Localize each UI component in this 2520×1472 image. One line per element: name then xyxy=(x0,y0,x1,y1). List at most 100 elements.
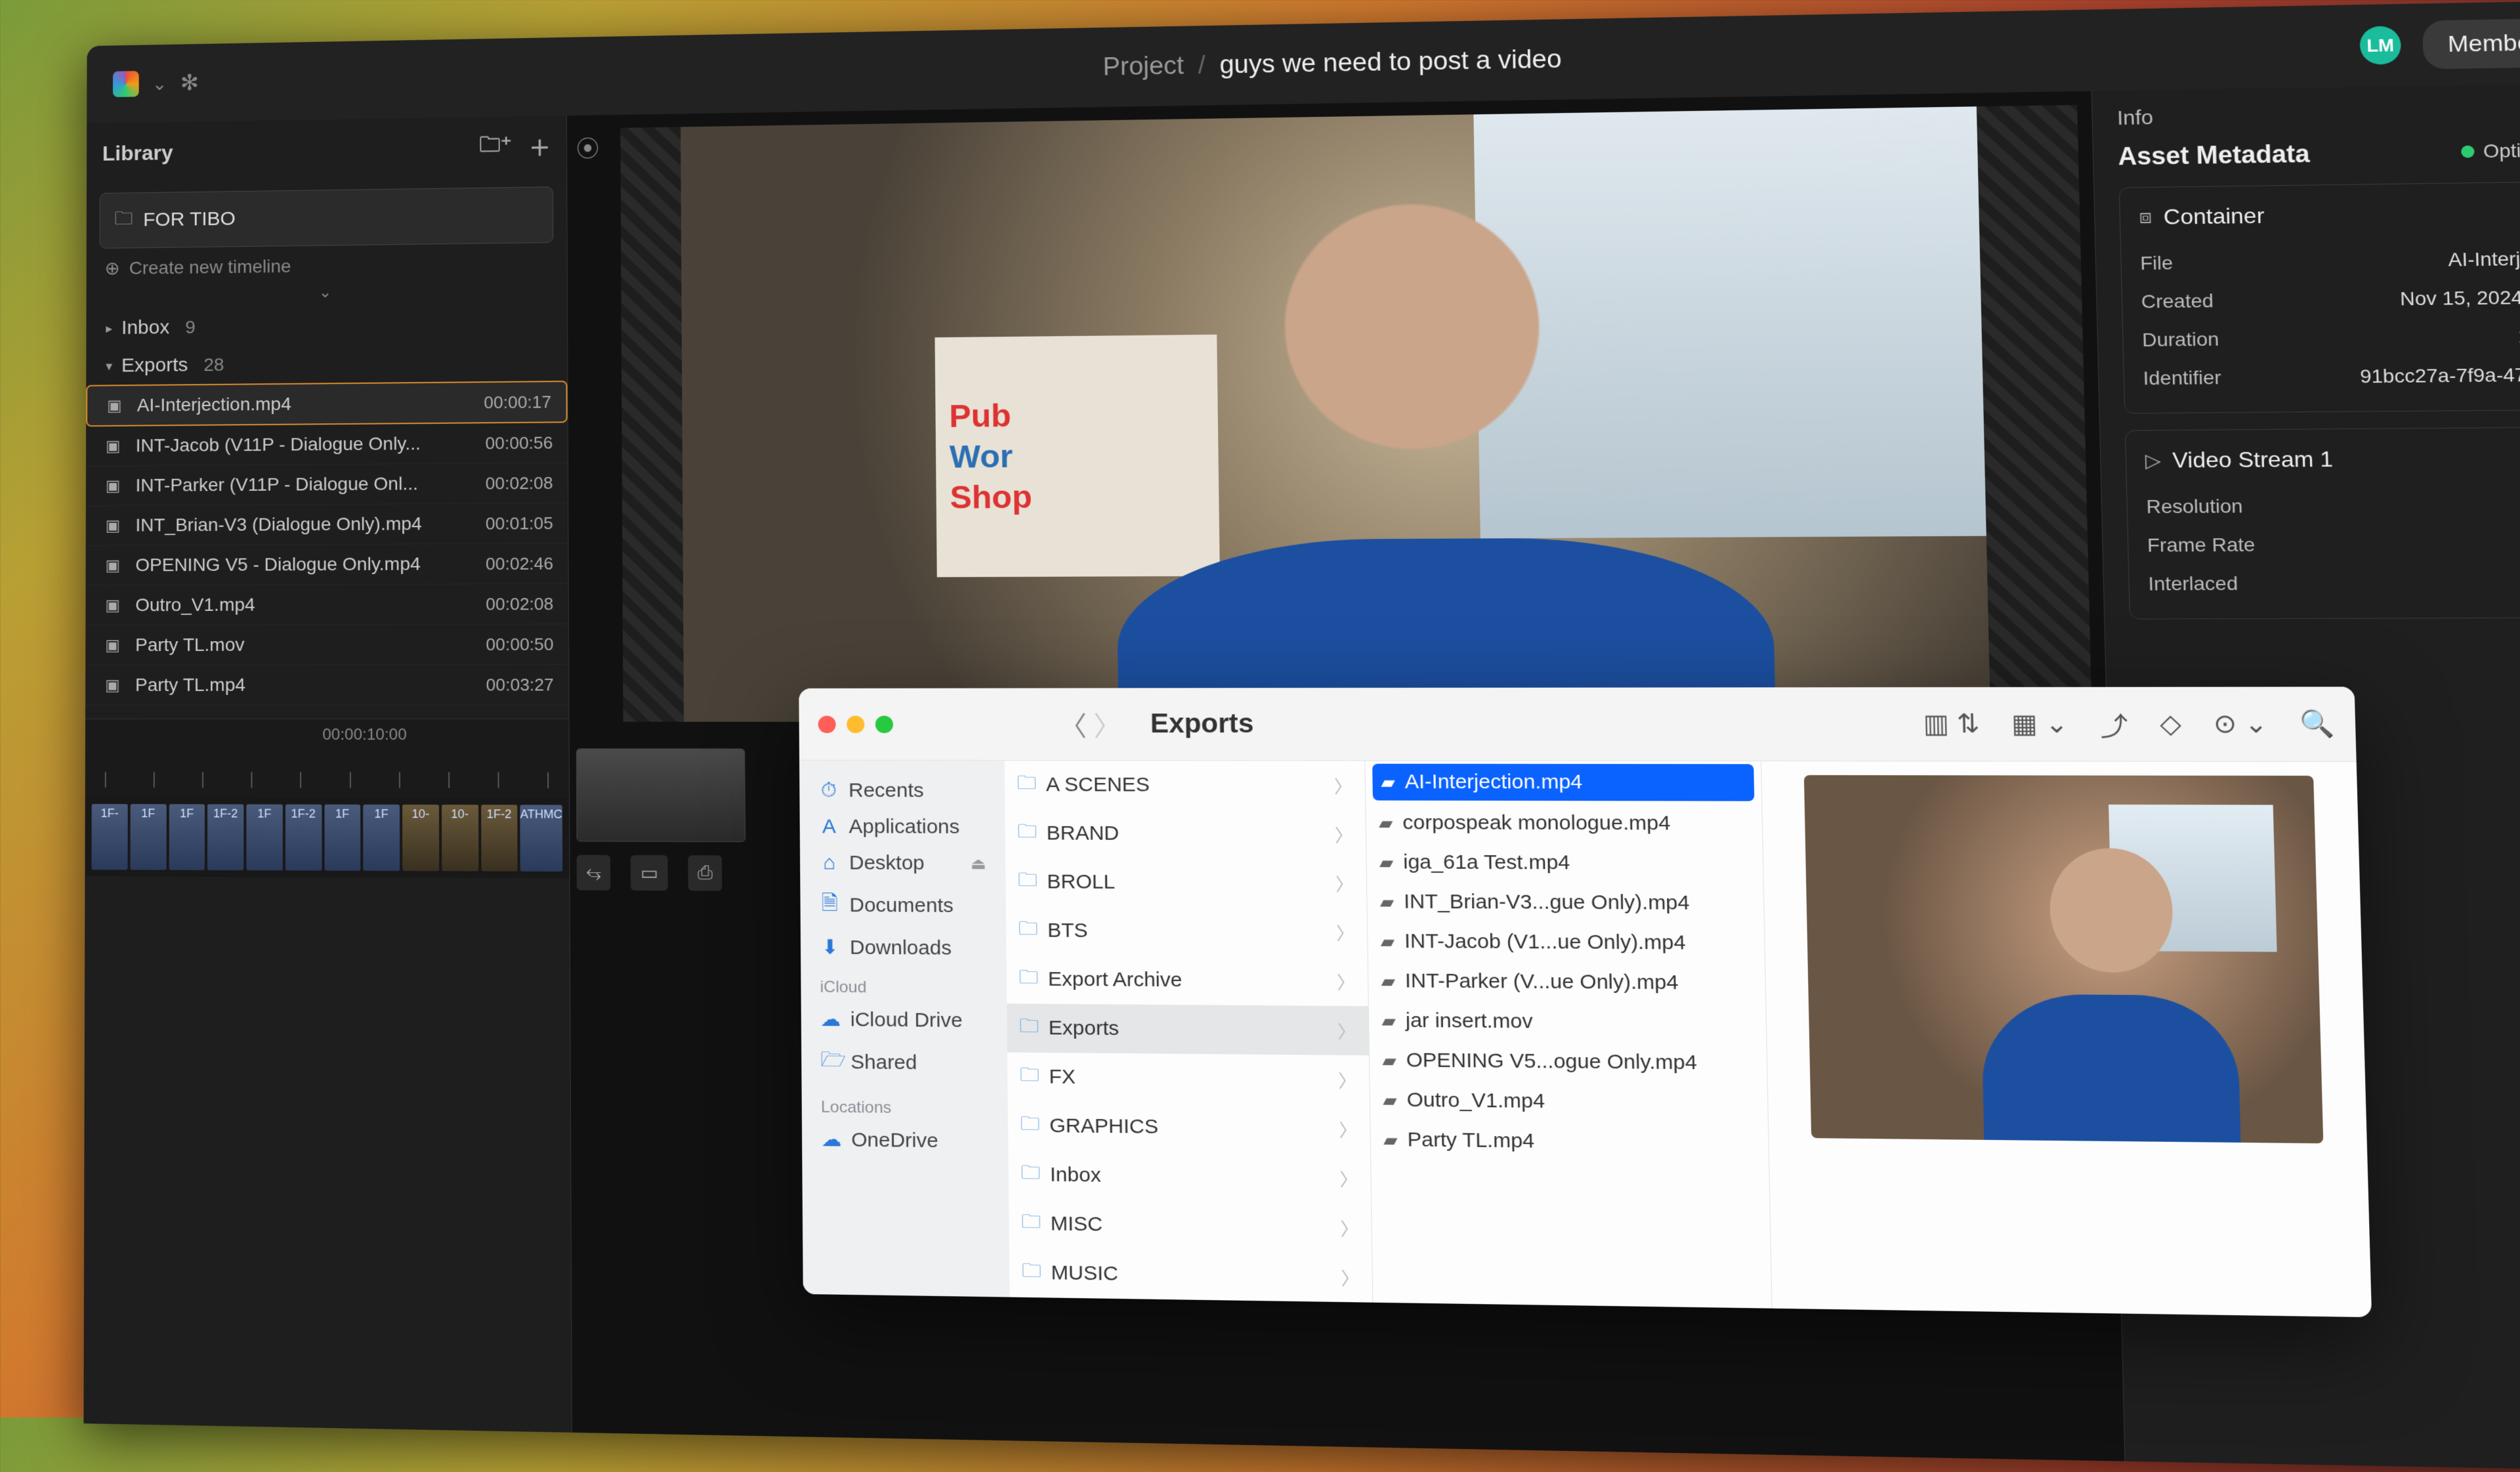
list-item[interactable]: ▣ INT-Jacob (V11P - Dialogue Only... 00:… xyxy=(86,423,568,466)
list-item[interactable]: ▣ Outro_V1.mp4 00:02:08 xyxy=(85,584,568,626)
file-row[interactable]: ▰Outro_V1.mp4 xyxy=(1370,1080,1768,1124)
timeline-thumb[interactable]: 10- xyxy=(442,805,478,871)
clip-icon: ▣ xyxy=(105,596,123,615)
new-folder-icon[interactable]: 🗀⁺ xyxy=(479,129,512,165)
gear-icon[interactable]: ✻ xyxy=(180,70,199,96)
sidebar-item[interactable]: ⌂Desktop⏏ xyxy=(809,845,996,882)
timeline-thumb[interactable]: 1F-2 xyxy=(207,804,243,870)
triangle-right-icon: ▸ xyxy=(106,320,112,337)
share-icon[interactable]: ⤴ xyxy=(2100,705,2129,743)
plus-icon[interactable]: ＋ xyxy=(529,132,551,162)
chevron-down-icon[interactable]: ⌄ xyxy=(152,73,167,95)
timeline-thumb[interactable]: ATHMC xyxy=(520,805,563,872)
file-row[interactable]: ▰INT_Brian-V3...gue Only).mp4 xyxy=(1367,882,1764,923)
sidebar-item[interactable]: AApplications xyxy=(809,809,996,845)
tool-export-icon[interactable]: ⎙ xyxy=(688,855,722,891)
sidebar-item[interactable]: ⏱Recents xyxy=(809,772,996,809)
folder-row[interactable]: 🗀BTS〉 xyxy=(1006,906,1368,957)
list-item[interactable]: ▣ Party TL.mov 00:00:50 xyxy=(85,624,568,665)
timeline-ruler[interactable]: 00:00:10:00 xyxy=(85,719,569,799)
avatar[interactable]: LM xyxy=(2359,26,2401,64)
more-icon[interactable]: ⊙ ⌄ xyxy=(2213,708,2268,740)
timeline-thumb[interactable]: 1F xyxy=(169,804,205,870)
members-button[interactable]: Members xyxy=(2422,18,2520,69)
folder-row[interactable]: 🗀Inbox〉 xyxy=(1008,1150,1371,1203)
tool-split-icon[interactable]: ⥃ xyxy=(577,855,611,891)
collapse-chevron-icon[interactable]: ⌄ xyxy=(87,280,567,305)
timeline-thumb[interactable]: 10- xyxy=(402,805,439,871)
tag-icon[interactable]: ◇ xyxy=(2160,708,2182,739)
timeline-thumb[interactable]: 1F-2 xyxy=(481,805,518,871)
sidebar-item[interactable]: 🗁Shared xyxy=(811,1038,998,1088)
folder-row[interactable]: 🗀Export Archive〉 xyxy=(1006,955,1368,1006)
sidebar-label: Desktop xyxy=(849,852,925,875)
app-logo-icon[interactable] xyxy=(113,71,139,97)
folder-row[interactable]: 🗀Exports〉 xyxy=(1007,1003,1369,1055)
finder-body: ⏱RecentsAApplications⌂Desktop⏏🗎Documents… xyxy=(799,761,2372,1317)
sidebar-item[interactable]: ⬇Downloads xyxy=(810,929,997,967)
sidebar-item[interactable]: ☁OneDrive xyxy=(811,1121,998,1160)
timeline-thumb[interactable]: 1F-2 xyxy=(285,805,322,871)
folder-row[interactable]: 🗀GRAPHICS〉 xyxy=(1008,1101,1370,1154)
list-item[interactable]: ▣ AI-Interjection.mp4 00:00:17 xyxy=(86,381,568,427)
tool-frame-icon[interactable]: ▭ xyxy=(631,855,667,891)
timeline-thumbs[interactable]: 1F-1F1F1F-21F1F-21F1F10-10-1F-2ATHMC xyxy=(85,797,569,878)
info-tab[interactable]: Info xyxy=(2117,99,2520,131)
folder-chip[interactable]: 🗀 FOR TIBO xyxy=(100,186,554,249)
list-item[interactable]: ▣ INT_Brian-V3 (Dialogue Only).mp4 00:01… xyxy=(86,503,568,546)
file-row[interactable]: ▰iga_61a Test.mp4 xyxy=(1366,843,1763,884)
timeline-thumb[interactable]: 1F- xyxy=(91,804,127,870)
timeline-thumb[interactable]: 1F xyxy=(363,805,400,871)
file-row[interactable]: ▰Party TL.mp4 xyxy=(1370,1120,1769,1164)
topbar-right: LM Members 🔔 xyxy=(2359,16,2520,70)
folder-row[interactable]: 🗀BROLL〉 xyxy=(1005,858,1367,908)
chevron-right-icon: 〉 xyxy=(1339,1166,1358,1191)
close-icon[interactable] xyxy=(818,715,836,733)
item-duration: 00:00:56 xyxy=(485,432,553,453)
mini-clip-thumb[interactable] xyxy=(576,748,746,842)
breadcrumb-root[interactable]: Project xyxy=(1102,52,1184,81)
list-item[interactable]: ▣ INT-Parker (V11P - Dialogue Onl... 00:… xyxy=(86,463,568,507)
section-exports[interactable]: ▾ Exports 28 xyxy=(86,343,567,385)
zoom-icon[interactable] xyxy=(875,715,893,733)
eject-icon[interactable]: ⏏ xyxy=(971,854,986,873)
group-icon[interactable]: ▦ ⌄ xyxy=(2011,708,2069,739)
file-row[interactable]: ▰jar insert.mov xyxy=(1369,1001,1767,1043)
project-title[interactable]: guys we need to post a video xyxy=(1219,45,1562,79)
file-row[interactable]: ▰OPENING V5...ogue Only.mp4 xyxy=(1370,1040,1767,1083)
folder-row[interactable]: 🗀BRAND〉 xyxy=(1005,809,1366,859)
file-name: INT_Brian-V3...gue Only).mp4 xyxy=(1404,891,1690,915)
minimize-icon[interactable] xyxy=(847,715,864,733)
kv-row: CreatedNov 15, 2024, 04:21 PM xyxy=(2141,278,2520,322)
sidebar-item[interactable]: 🗎Documents xyxy=(810,881,997,930)
sidebar-item[interactable]: ☁iCloud Drive xyxy=(810,1001,998,1040)
video-preview[interactable]: Pub Wor Shop xyxy=(620,105,2092,722)
folder-row[interactable]: 🗀MISC〉 xyxy=(1009,1199,1372,1253)
back-icon[interactable]: 〈 xyxy=(1059,705,1087,744)
folder-row[interactable]: 🗀A SCENES〉 xyxy=(1005,761,1366,810)
finder-window[interactable]: 〈 〉 Exports ▥ ⇅ ▦ ⌄ ⤴ ◇ ⊙ ⌄ 🔍 ⏱RecentsAA… xyxy=(799,686,2372,1317)
list-item[interactable]: ▣ Party TL.mp4 00:03:27 xyxy=(85,665,568,705)
list-item[interactable]: ▣ OPENING V5 - Dialogue Only.mp4 00:02:4… xyxy=(86,543,568,585)
search-icon[interactable]: 🔍 xyxy=(2300,709,2335,740)
forward-icon[interactable]: 〉 xyxy=(1093,705,1122,744)
file-row[interactable]: ▰INT-Parker (V...ue Only).mp4 xyxy=(1368,961,1766,1004)
file-row[interactable]: ▰AI-Interjection.mp4 xyxy=(1372,764,1754,801)
file-row[interactable]: ▰corpospeak monologue.mp4 xyxy=(1366,803,1762,844)
folder-row[interactable]: 🗀FX〉 xyxy=(1007,1053,1370,1105)
timeline-thumb[interactable]: 1F xyxy=(324,805,361,871)
broadcast-icon[interactable]: ⦿ xyxy=(576,131,599,163)
video-file-icon: ▰ xyxy=(1381,971,1395,992)
item-name: Party TL.mp4 xyxy=(135,674,474,696)
video-stream-panel: ▷ Video Stream 1 H264 Resolution1920×108… xyxy=(2125,426,2520,619)
create-timeline-button[interactable]: ⊕ Create new timeline xyxy=(104,252,548,279)
finder-titlebar[interactable]: 〈 〉 Exports ▥ ⇅ ▦ ⌄ ⤴ ◇ ⊙ ⌄ 🔍 xyxy=(799,686,2356,761)
timeline-thumb[interactable]: 1F xyxy=(246,805,282,871)
sidebar-icon: ⬇ xyxy=(820,936,840,959)
folder-row[interactable]: 🗀MUSIC〉 xyxy=(1009,1248,1372,1303)
item-duration: 00:00:50 xyxy=(486,634,553,654)
file-row[interactable]: ▰INT-Jacob (V1...ue Only).mp4 xyxy=(1368,921,1765,963)
columns-view-icon[interactable]: ▥ ⇅ xyxy=(1923,709,1980,740)
timeline-thumb[interactable]: 1F xyxy=(130,804,166,870)
section-inbox[interactable]: ▸ Inbox 9 xyxy=(86,305,567,348)
